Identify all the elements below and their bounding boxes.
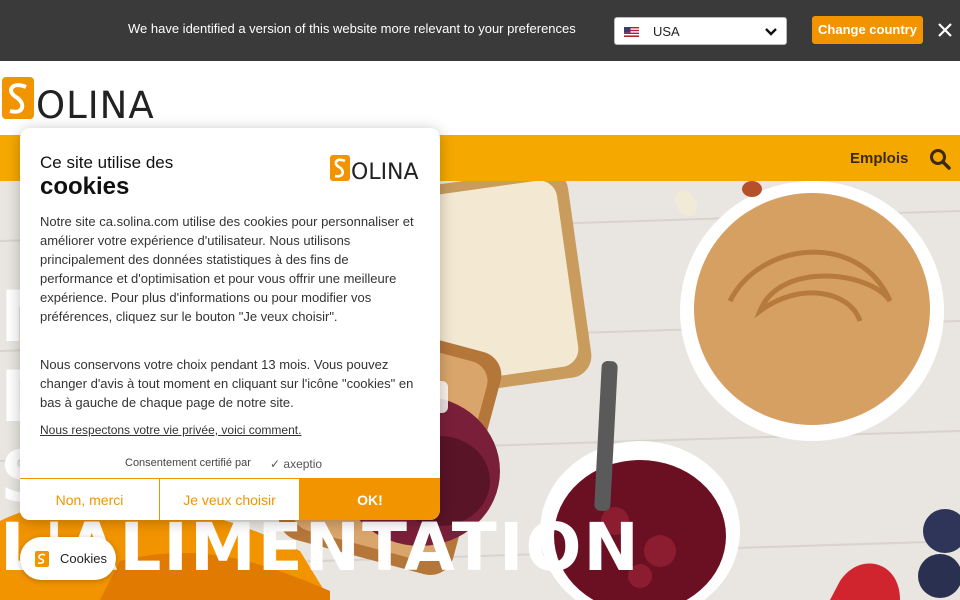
change-country-button[interactable]: Change country: [812, 16, 923, 44]
decline-cookies-button[interactable]: Non, merci: [20, 478, 160, 520]
cookie-settings-pill[interactable]: Cookies: [20, 537, 116, 580]
cookie-title-small: Ce site utilise des: [40, 153, 174, 172]
nav-item-emplois[interactable]: Emplois: [850, 150, 908, 167]
cookie-icon: [35, 551, 49, 567]
cookie-retention-note: Nous conservons votre choix pendant 13 m…: [40, 357, 414, 410]
cookie-title-big: cookies: [40, 173, 130, 200]
country-notice-message: We have identified a version of this web…: [128, 21, 576, 36]
cookie-description: Notre site ca.solina.com utilise des coo…: [40, 214, 414, 324]
chevron-down-icon: [765, 28, 777, 36]
cookie-button-row: Non, merci Je veux choisir OK!: [20, 478, 440, 520]
country-select-value: USA: [653, 24, 680, 39]
cookie-dialog-logo: OLINA: [330, 155, 419, 182]
consent-certified-label: Consentement certifié par: [125, 457, 251, 469]
axeptio-check-icon: ✓: [270, 457, 281, 471]
site-logo[interactable]: OLINA: [2, 77, 154, 121]
accept-cookies-button[interactable]: OK!: [300, 478, 440, 520]
us-flag-icon: [624, 27, 639, 37]
svg-text:OLINA: OLINA: [351, 160, 419, 182]
choose-cookies-button[interactable]: Je veux choisir: [160, 478, 300, 520]
site-header: OLINA: [0, 61, 960, 135]
privacy-link[interactable]: Nous respectons votre vie privée, voici …: [40, 423, 301, 437]
cookie-consent-dialog: Ce site utilise des cookies OLINA Notre …: [20, 128, 440, 520]
axeptio-brand[interactable]: ✓ axeptio: [270, 457, 322, 471]
close-icon[interactable]: [937, 22, 953, 38]
svg-text:OLINA: OLINA: [36, 84, 154, 121]
country-notice-bar: We have identified a version of this web…: [0, 0, 960, 61]
cookie-pill-label: Cookies: [60, 551, 107, 566]
country-select[interactable]: USA: [614, 17, 787, 45]
search-icon[interactable]: [929, 148, 951, 170]
axeptio-label: axeptio: [283, 457, 323, 471]
